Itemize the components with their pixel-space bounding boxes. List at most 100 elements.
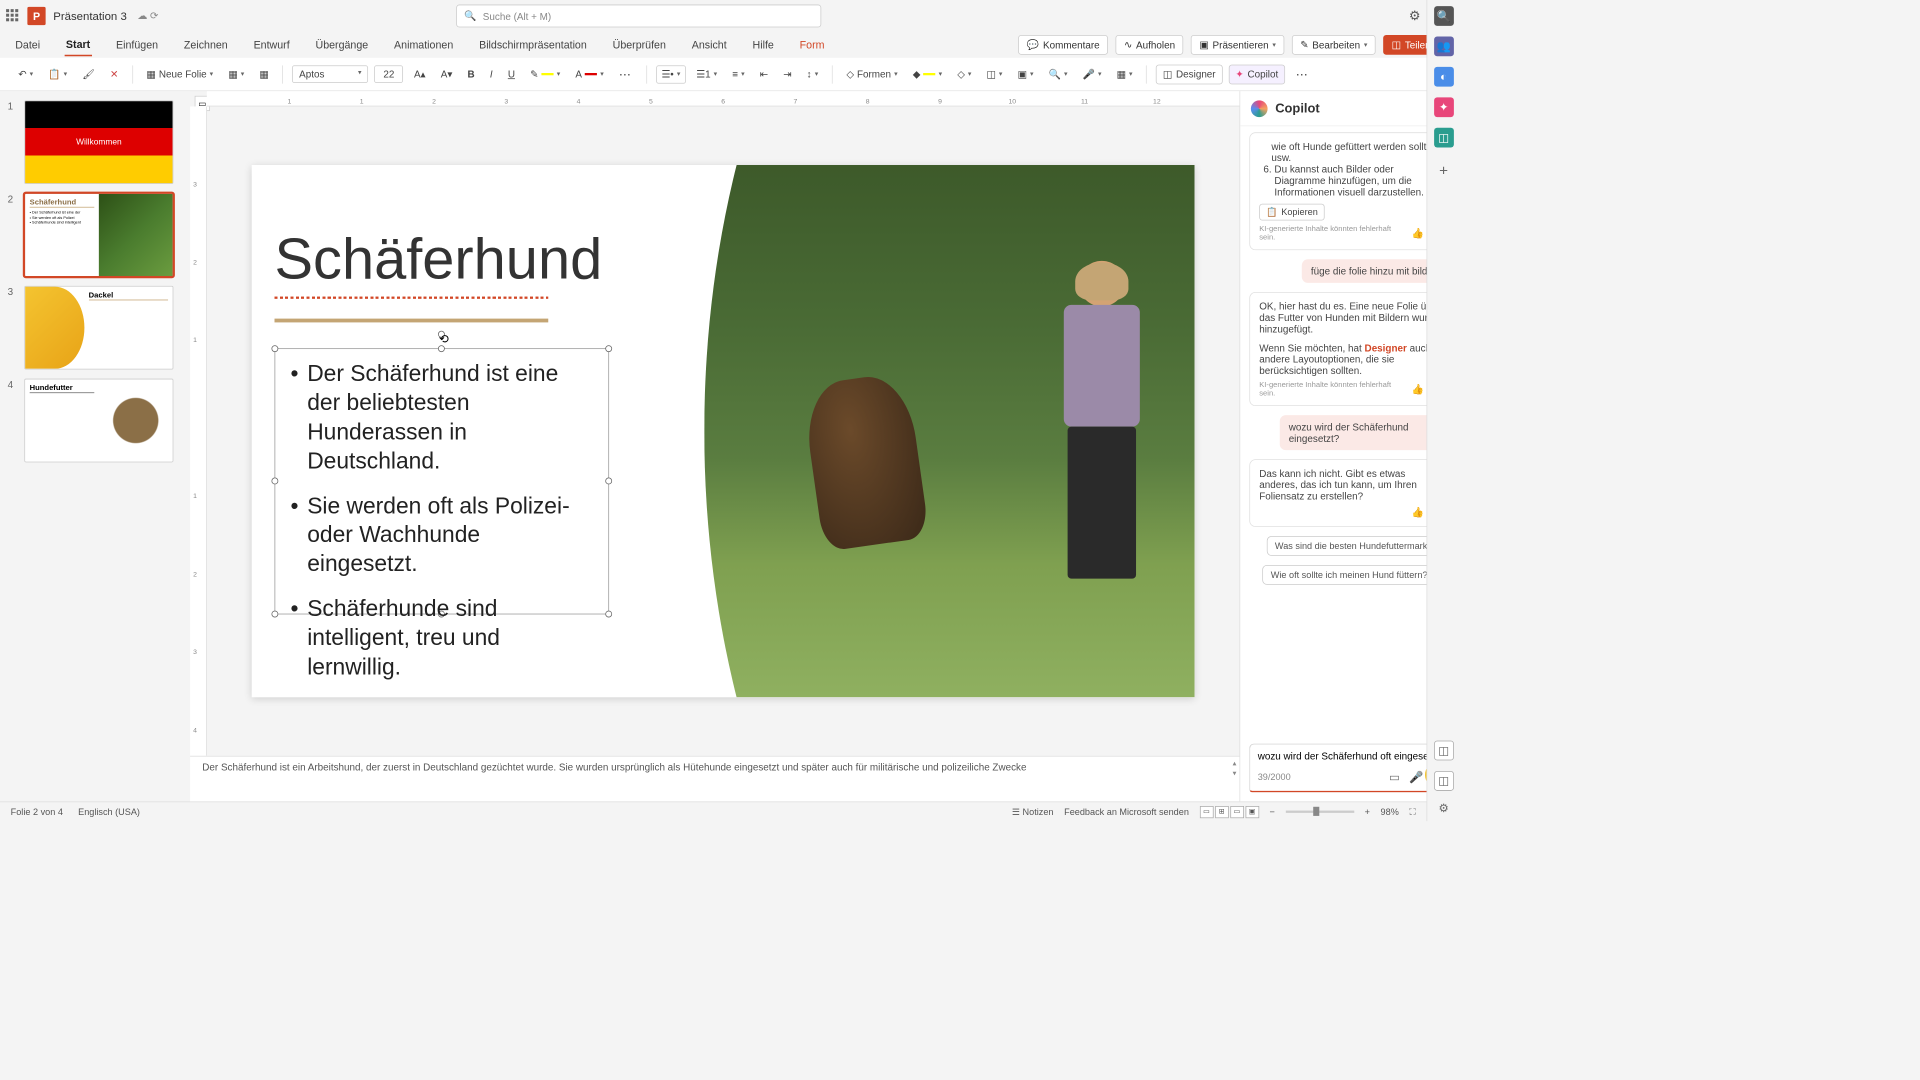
mic-icon[interactable]: 🎤 xyxy=(1409,770,1423,784)
indent-dec-button[interactable]: ⇤ xyxy=(755,66,772,83)
tab-datei[interactable]: Datei xyxy=(14,34,42,55)
view-sorter-button[interactable]: ⊞ xyxy=(1215,806,1229,818)
delete-button[interactable]: ✕ xyxy=(105,66,122,83)
slide-image[interactable] xyxy=(704,165,1194,697)
highlight-button[interactable]: ✎ ▾ xyxy=(526,66,565,83)
rail-add-icon[interactable]: + xyxy=(1439,163,1448,180)
tab-ueberpruefen[interactable]: Überprüfen xyxy=(611,34,667,55)
thumbs-up-icon[interactable]: 👍 xyxy=(1412,227,1424,239)
view-normal-button[interactable]: ▭ xyxy=(1200,806,1214,818)
bullet-2[interactable]: Sie werden oft als Polizei- oder Wachhun… xyxy=(289,492,595,580)
zoom-in-button[interactable]: + xyxy=(1365,806,1370,817)
zoom-slider[interactable] xyxy=(1285,811,1353,813)
rail-graph-icon[interactable]: ◫ xyxy=(1434,128,1454,148)
undo-button[interactable]: ↶ ▾ xyxy=(14,66,38,83)
shrink-font-button[interactable]: A▾ xyxy=(436,66,457,83)
designer-button[interactable]: ◫ Designer xyxy=(1156,64,1222,84)
notes-scroll-up[interactable]: ▴ xyxy=(1233,760,1237,768)
tab-uebergaenge[interactable]: Übergänge xyxy=(314,34,370,55)
view-reading-button[interactable]: ▭ xyxy=(1230,806,1244,818)
zoom-out-button[interactable]: − xyxy=(1270,806,1275,817)
resize-handle[interactable] xyxy=(605,478,612,485)
addins-button[interactable]: ▦ ▾ xyxy=(1112,66,1137,83)
fit-button[interactable]: ⛶ xyxy=(1409,806,1415,817)
bullets-button[interactable]: ☰• ▾ xyxy=(656,65,685,83)
shape-outline-button[interactable]: ◇ ▾ xyxy=(953,66,976,83)
underline-button[interactable]: U xyxy=(503,66,519,82)
find-button[interactable]: 🔍 ▾ xyxy=(1044,66,1072,83)
attach-icon[interactable]: ▭ xyxy=(1389,770,1400,784)
content-textbox[interactable]: ⟲ Der Schäferhund ist eine der beliebtes… xyxy=(275,348,610,614)
tab-zeichnen[interactable]: Zeichnen xyxy=(182,34,229,55)
tab-start[interactable]: Start xyxy=(64,33,91,56)
rail-calendar-icon[interactable]: ◐ xyxy=(1434,67,1454,87)
resize-handle[interactable] xyxy=(271,478,278,485)
tab-form[interactable]: Form xyxy=(798,34,826,55)
thumbs-up-icon[interactable]: 👍 xyxy=(1412,383,1424,395)
search-input[interactable]: 🔍 Suche (Alt + M) xyxy=(456,5,821,28)
rail-people-icon[interactable]: 👥 xyxy=(1434,36,1454,56)
rail-settings-icon[interactable]: ⚙ xyxy=(1438,801,1448,815)
bullet-1[interactable]: Der Schäferhund ist eine der beliebteste… xyxy=(289,360,595,477)
numbering-button[interactable]: ☰1 ▾ xyxy=(692,66,722,83)
feedback-link[interactable]: Feedback an Microsoft senden xyxy=(1064,806,1189,817)
slide-thumb-4[interactable]: Hundefutter xyxy=(24,379,173,463)
shape-fill-button[interactable]: ◆ ▾ xyxy=(908,66,946,83)
paste-button[interactable]: 📋 ▾ xyxy=(44,66,72,83)
resize-handle[interactable] xyxy=(271,611,278,618)
rail-pane1-icon[interactable]: ◫ xyxy=(1434,741,1454,761)
more-commands-button[interactable]: ⋯ xyxy=(1291,64,1314,84)
saved-icon[interactable]: ☁ ⟳ xyxy=(137,10,158,22)
quick-styles-button[interactable]: ◫ ▾ xyxy=(982,66,1007,83)
new-slide-button[interactable]: ▦ Neue Folie ▾ xyxy=(142,66,218,83)
slide-canvas[interactable]: Schäferhund ⟲ xyxy=(252,165,1195,697)
notes-text[interactable]: Der Schäferhund ist ein Arbeitshund, der… xyxy=(202,761,1026,772)
arrange-button[interactable]: ▣ ▾ xyxy=(1013,66,1038,83)
rail-search-icon[interactable]: 🔍 xyxy=(1434,6,1454,26)
view-slideshow-button[interactable]: ▣ xyxy=(1245,806,1259,818)
shapes-button[interactable]: ◇ Formen ▾ xyxy=(842,66,902,83)
font-size-input[interactable]: 22 xyxy=(374,65,403,82)
resize-handle[interactable] xyxy=(271,345,278,352)
resize-handle[interactable] xyxy=(605,611,612,618)
copilot-input[interactable]: wozu wird der Schäferhund oft eingesetzt… xyxy=(1249,744,1451,793)
tab-bildschirm[interactable]: Bildschirmpräsentation xyxy=(478,34,589,55)
rail-chat-icon[interactable]: ✦ xyxy=(1434,97,1454,117)
notes-scroll-down[interactable]: ▾ xyxy=(1233,770,1237,778)
apps-launcher-icon[interactable] xyxy=(6,9,20,23)
dictate-button[interactable]: 🎤 ▾ xyxy=(1078,66,1106,83)
font-select[interactable]: Aptos ▾ xyxy=(292,65,368,82)
designer-link[interactable]: Designer xyxy=(1365,342,1407,353)
slide-counter[interactable]: Folie 2 von 4 xyxy=(11,806,63,817)
language-status[interactable]: Englisch (USA) xyxy=(78,806,140,817)
slide-title[interactable]: Schäferhund xyxy=(275,226,682,292)
font-color-button[interactable]: A ▾ xyxy=(571,66,608,82)
line-spacing-button[interactable]: ↕ ▾ xyxy=(802,66,823,82)
catchup-button[interactable]: ∿ Aufholen xyxy=(1116,35,1184,55)
resize-handle[interactable] xyxy=(605,345,612,352)
section-button[interactable]: ▦ xyxy=(255,66,273,83)
tab-einfuegen[interactable]: Einfügen xyxy=(115,34,160,55)
rotate-handle[interactable]: ⟲ xyxy=(438,331,445,338)
bold-button[interactable]: B xyxy=(463,66,479,82)
notes-toggle[interactable]: ☰ Notizen xyxy=(1012,806,1054,817)
edit-button[interactable]: ✎ Bearbeiten ▾ xyxy=(1292,35,1376,55)
tab-hilfe[interactable]: Hilfe xyxy=(751,34,775,55)
align-button[interactable]: ≡ ▾ xyxy=(728,66,749,82)
indent-inc-button[interactable]: ⇥ xyxy=(779,66,796,83)
copilot-button[interactable]: ✦ Copilot xyxy=(1229,64,1286,84)
slide-thumb-3[interactable]: Dackel xyxy=(24,286,173,370)
copy-button[interactable]: 📋 Kopieren xyxy=(1259,204,1324,221)
suggestion-1[interactable]: Was sind die besten Hundefuttermarken? xyxy=(1267,536,1451,556)
tab-entwurf[interactable]: Entwurf xyxy=(252,34,291,55)
slide-thumb-2[interactable]: Schäferhund• Der Schäferhund ist eine de… xyxy=(24,193,173,277)
zoom-level[interactable]: 98% xyxy=(1381,806,1399,817)
tab-animationen[interactable]: Animationen xyxy=(393,34,455,55)
thumbnail-pane[interactable]: 1 Willkommen 2 Schäferhund• Der Schäferh… xyxy=(0,91,190,801)
rail-pane2-icon[interactable]: ◫ xyxy=(1434,771,1454,791)
comments-button[interactable]: 💬 Kommentare xyxy=(1019,35,1108,55)
present-button[interactable]: ▣ Präsentieren ▾ xyxy=(1191,35,1284,55)
input-text[interactable]: wozu wird der Schäferhund oft eingesetzt xyxy=(1258,751,1443,762)
slide-thumb-1[interactable]: Willkommen xyxy=(24,100,173,184)
notes-pane[interactable]: Der Schäferhund ist ein Arbeitshund, der… xyxy=(190,756,1239,802)
